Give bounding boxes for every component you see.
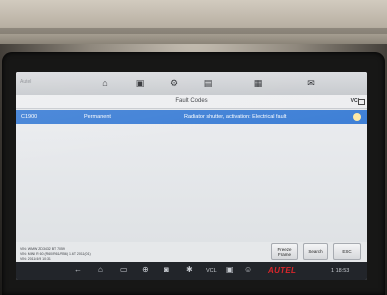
esc-button[interactable]: ESC <box>333 243 361 260</box>
fault-code-list <box>16 124 367 242</box>
info-icon[interactable] <box>353 113 361 121</box>
app-label: Autel <box>20 79 32 85</box>
recent-apps-icon[interactable]: ▭ <box>120 266 128 274</box>
browser-icon[interactable]: ⊕ <box>142 266 149 274</box>
vcl-label[interactable]: VCL <box>206 268 217 274</box>
status-time: 1 18:53 <box>331 268 350 274</box>
settings-nav-icon[interactable]: ✱ <box>186 266 193 274</box>
fault-code-row[interactable]: C1900 Permanent Radiator shutter, activa… <box>16 110 367 124</box>
battery-icon <box>358 99 365 105</box>
top-toolbar: Autel ⌂ ▣ ⚙ ▤ ▦ ✉ <box>16 72 367 95</box>
workshop-surface <box>0 0 387 44</box>
gear-icon[interactable]: ⚙ <box>169 78 179 88</box>
help-icon[interactable]: ▦ <box>253 78 263 88</box>
search-button[interactable]: Search <box>303 243 328 260</box>
fault-description: Radiator shutter, activation: Electrical… <box>184 114 287 120</box>
home-nav-icon[interactable]: ⌂ <box>98 266 103 274</box>
person-icon[interactable]: ☺ <box>244 266 252 274</box>
freeze-frame-button[interactable]: Freeze Frame <box>271 243 298 260</box>
back-icon[interactable]: ← <box>74 266 82 274</box>
system-navbar: ← ⌂ ▭ ⊕ ◙ ✱ VCL ▣ ☺ AUTEL 1 18:53 <box>16 262 367 280</box>
fault-code: C1900 <box>21 114 38 120</box>
vehicle-info: VIN: WMW ZD3432 BT 7059 VIN: MINI R 60 (… <box>20 247 91 262</box>
chat-icon[interactable]: ▣ <box>226 266 234 274</box>
fault-status: Permanent <box>84 114 111 120</box>
page-title: Fault Codes <box>175 98 208 104</box>
camera-icon[interactable]: ◙ <box>164 266 169 274</box>
print-icon[interactable]: ▤ <box>203 78 213 88</box>
message-icon[interactable]: ✉ <box>306 78 316 88</box>
home-icon[interactable]: ⌂ <box>100 78 110 88</box>
brand-logo: AUTEL <box>268 266 297 275</box>
title-bar: Fault Codes VCI <box>16 95 367 109</box>
car-icon[interactable]: ▣ <box>135 78 145 88</box>
diagnostic-screen: Autel ⌂ ▣ ⚙ ▤ ▦ ✉ Fault Codes VCI C1900 … <box>16 72 367 280</box>
